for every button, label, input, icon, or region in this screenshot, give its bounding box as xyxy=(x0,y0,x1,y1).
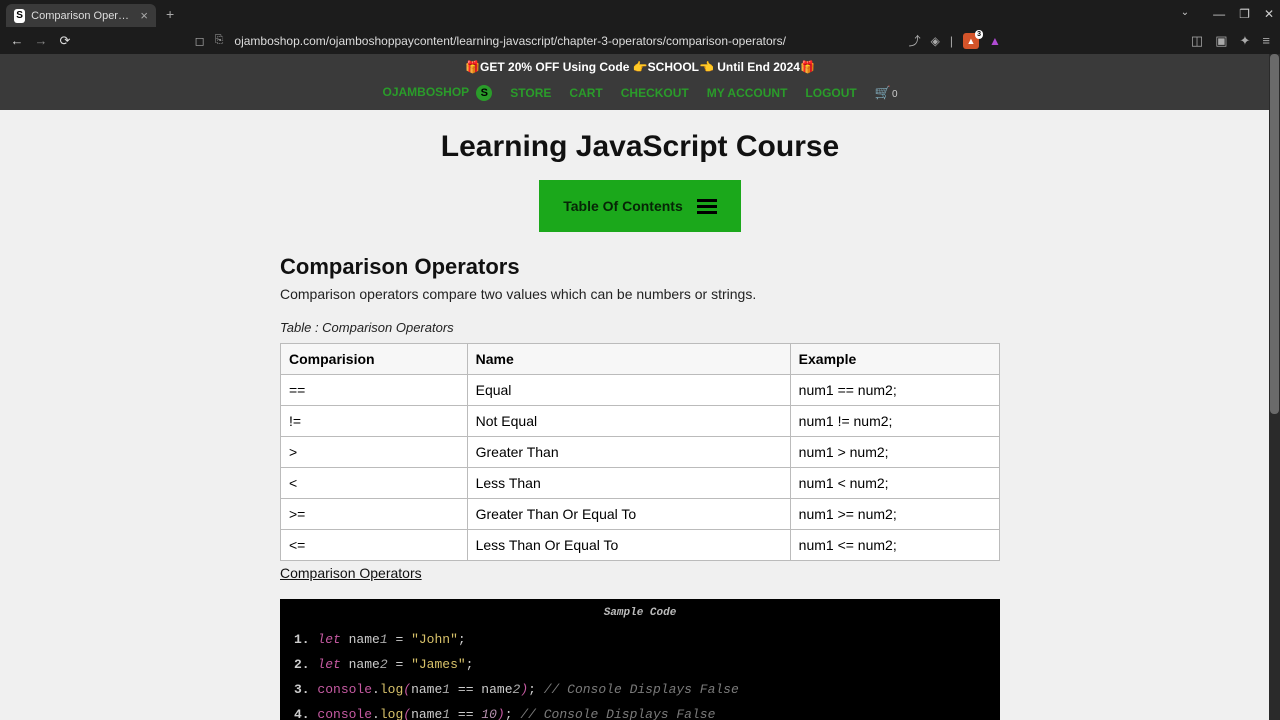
operators-table: ComparisionNameExample ==Equalnum1 == nu… xyxy=(280,343,1000,561)
nav-store[interactable]: STORE xyxy=(510,86,551,100)
table-row: <Less Thannum1 < num2; xyxy=(281,468,1000,499)
table-cell: Less Than Or Equal To xyxy=(467,530,790,561)
section-heading: Comparison Operators xyxy=(280,254,1000,280)
nav-reload-icon[interactable]: ⟳ xyxy=(58,33,72,49)
table-row: >Greater Thannum1 > num2; xyxy=(281,437,1000,468)
url-text[interactable]: ojamboshop.com/ojamboshoppaycontent/lear… xyxy=(234,34,786,48)
promo-banner: 🎁GET 20% OFF Using Code 👉SCHOOL👈 Until E… xyxy=(0,54,1280,80)
table-row: <=Less Than Or Equal Tonum1 <= num2; xyxy=(281,530,1000,561)
tab-title: Comparison Operators - O xyxy=(31,10,134,22)
nav-account[interactable]: MY ACCOUNT xyxy=(707,86,788,100)
code-line: 1. let name1 = "John"; xyxy=(280,627,1000,652)
table-cell: num1 < num2; xyxy=(790,468,999,499)
nav-cart[interactable]: CART xyxy=(569,86,602,100)
table-cell: < xyxy=(281,468,468,499)
wallet-icon[interactable]: ▣ xyxy=(1215,33,1227,49)
table-cell: num1 == num2; xyxy=(790,375,999,406)
toc-button[interactable]: Table Of Contents xyxy=(539,180,741,232)
browser-tab[interactable]: S Comparison Operators - O × xyxy=(6,4,156,27)
cart-count: 0 xyxy=(892,89,898,100)
nav-cart-icon[interactable]: 🛒0 xyxy=(875,84,898,102)
window-maximize-icon[interactable]: ❐ xyxy=(1239,7,1250,21)
table-cell: Less Than xyxy=(467,468,790,499)
window-minimize-icon[interactable]: — xyxy=(1213,7,1225,21)
table-header: Comparision xyxy=(281,344,468,375)
toc-label: Table Of Contents xyxy=(563,198,683,214)
table-cell: num1 != num2; xyxy=(790,406,999,437)
table-cell: Greater Than Or Equal To xyxy=(467,499,790,530)
window-close-icon[interactable]: ✕ xyxy=(1264,7,1274,21)
share-icon[interactable]: ⤴ xyxy=(909,32,921,49)
table-cell: <= xyxy=(281,530,468,561)
shield-count: 3 xyxy=(975,30,983,39)
nav-brand[interactable]: OJAMBOSHOP S xyxy=(382,85,492,101)
sidebar-toggle-icon[interactable]: ◫ xyxy=(1191,33,1203,49)
table-cell: Greater Than xyxy=(467,437,790,468)
code-line: 2. let name2 = "James"; xyxy=(280,652,1000,677)
nav-brand-label: OJAMBOSHOP xyxy=(382,85,468,99)
nav-back-icon[interactable]: ← xyxy=(10,33,24,48)
table-row: ==Equalnum1 == num2; xyxy=(281,375,1000,406)
browser-toolbar: ← → ⟳ ◻ ⎘ ojamboshop.com/ojamboshoppayco… xyxy=(0,27,1280,54)
code-title: Sample Code xyxy=(280,607,1000,619)
extensions-icon[interactable]: ✦ xyxy=(1240,33,1251,49)
table-cell: > xyxy=(281,437,468,468)
nav-checkout[interactable]: CHECKOUT xyxy=(621,86,689,100)
vertical-scrollbar-thumb[interactable] xyxy=(1270,54,1279,414)
table-cell: != xyxy=(281,406,468,437)
tab-close-icon[interactable]: × xyxy=(140,8,148,23)
brand-logo-icon: S xyxy=(476,85,492,101)
table-cell: num1 <= num2; xyxy=(790,530,999,561)
brave-shield-icon[interactable]: ▲3 xyxy=(963,33,979,49)
table-header: Example xyxy=(790,344,999,375)
tab-favicon: S xyxy=(14,9,25,23)
menu-icon[interactable]: ≡ xyxy=(1262,33,1270,49)
page-viewport: 🎁GET 20% OFF Using Code 👉SCHOOL👈 Until E… xyxy=(0,54,1280,720)
table-row: >=Greater Than Or Equal Tonum1 >= num2; xyxy=(281,499,1000,530)
table-row: !=Not Equalnum1 != num2; xyxy=(281,406,1000,437)
nav-logout[interactable]: LOGOUT xyxy=(805,86,856,100)
nav-forward-icon[interactable]: → xyxy=(34,33,48,48)
page-title: Learning JavaScript Course xyxy=(0,110,1280,180)
code-line: 3. console.log(name1 == name2); // Conso… xyxy=(280,677,1000,702)
divider: | xyxy=(950,34,953,48)
table-cell: Equal xyxy=(467,375,790,406)
code-block: Sample Code 1. let name1 = "John";2. let… xyxy=(280,599,1000,720)
tabbar-dropdown-icon[interactable]: ⌄ xyxy=(1181,7,1189,21)
table-cell: num1 >= num2; xyxy=(790,499,999,530)
table-cell: >= xyxy=(281,499,468,530)
table-cell: Not Equal xyxy=(467,406,790,437)
rewards-icon[interactable]: ▲ xyxy=(989,34,1001,48)
table-footer-link[interactable]: Comparison Operators xyxy=(280,565,422,581)
code-line: 4. console.log(name1 == 10); // Console … xyxy=(280,702,1000,720)
table-cell: num1 > num2; xyxy=(790,437,999,468)
site-nav: OJAMBOSHOP S STORE CART CHECKOUT MY ACCO… xyxy=(0,80,1280,110)
hamburger-icon xyxy=(697,199,717,214)
rss-icon[interactable]: ◈ xyxy=(931,34,940,48)
new-tab-button[interactable]: + xyxy=(166,6,174,22)
window-titlebar: S Comparison Operators - O × + ⌄ — ❐ ✕ xyxy=(0,0,1280,27)
table-header: Name xyxy=(467,344,790,375)
bookmark-icon[interactable]: ◻ xyxy=(195,34,205,48)
section-description: Comparison operators compare two values … xyxy=(280,286,1000,302)
table-cell: == xyxy=(281,375,468,406)
site-permissions-icon[interactable]: ⎘ xyxy=(215,34,225,47)
table-caption: Table : Comparison Operators xyxy=(280,320,1000,335)
